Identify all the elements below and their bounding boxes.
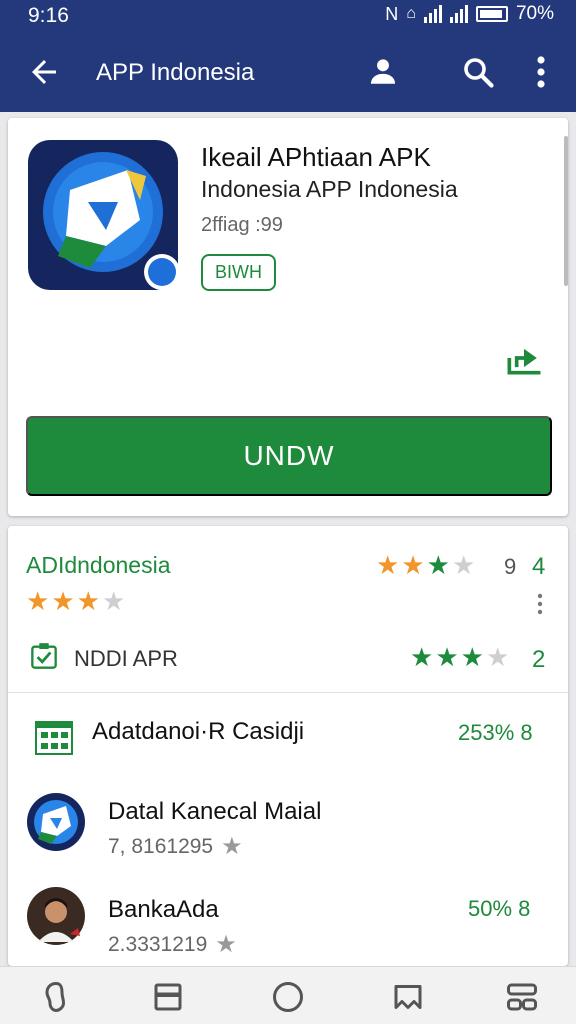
star-icon: ★ bbox=[76, 586, 100, 616]
reviews-card: ADIdndonesia ★ ★ ★ ★ 9 4 ★ ★ ★ ★ NDDI AP… bbox=[8, 526, 568, 966]
app-logo-icon bbox=[27, 793, 85, 851]
install-button[interactable]: UNDW bbox=[26, 416, 552, 496]
app-name: Ikeail APhtiaan APK bbox=[201, 142, 431, 172]
check-label: NDDI APR bbox=[74, 646, 178, 671]
share-icon[interactable] bbox=[502, 336, 546, 380]
divider bbox=[8, 692, 568, 693]
top-bar: 9:16 N ⌂ 70% APP Indonesia bbox=[0, 0, 576, 112]
tablet-icon[interactable] bbox=[150, 979, 186, 1015]
check-rating-stars: ★ ★ ★ ★ bbox=[410, 644, 509, 670]
reviews-title: ADIdndonesia bbox=[26, 552, 171, 578]
list-item-name: BankaAda bbox=[108, 896, 219, 923]
star-icon: ★ bbox=[460, 642, 484, 672]
no-signal-icon: N bbox=[385, 3, 399, 24]
star-icon: ★ bbox=[215, 931, 237, 958]
star-icon: ★ bbox=[410, 642, 434, 672]
list-item-subtitle: 2.3331219 ★ bbox=[108, 930, 237, 959]
list-item-subtitle: 7, 8161295 ★ bbox=[108, 832, 243, 861]
app-detail-card: Ikeail APhtiaan APK Indonesia APP Indone… bbox=[8, 118, 568, 516]
list-item-name: Datal Kanecal Maial bbox=[108, 798, 322, 825]
scrollbar[interactable] bbox=[564, 136, 568, 286]
top-rating-value: 4 bbox=[532, 553, 546, 580]
app-bar-title: APP Indonesia bbox=[96, 59, 255, 86]
star-icon: ★ bbox=[401, 550, 425, 580]
list-item-rating-count: 2.3331219 bbox=[108, 932, 208, 956]
app-developer[interactable]: Indonesia APP Indonesia bbox=[201, 176, 458, 203]
check-rating-value: 2 bbox=[532, 646, 546, 673]
avatar bbox=[27, 887, 85, 945]
star-icon: ★ bbox=[435, 642, 459, 672]
signal-icon bbox=[449, 5, 468, 23]
bottom-navigation bbox=[0, 966, 576, 1024]
star-icon: ★ bbox=[426, 550, 450, 580]
back-arrow-icon[interactable] bbox=[26, 54, 62, 90]
app-bar: APP Indonesia bbox=[0, 42, 576, 102]
status-time: 9:16 bbox=[28, 4, 69, 27]
apps-icon[interactable] bbox=[504, 979, 540, 1015]
person-icon[interactable] bbox=[366, 54, 400, 88]
wifi-icon: ⌂ bbox=[406, 5, 416, 22]
building-icon bbox=[35, 721, 73, 755]
star-icon: ★ bbox=[221, 833, 243, 860]
star-empty-icon: ★ bbox=[451, 550, 476, 580]
app-badge: BIWH bbox=[201, 254, 276, 291]
star-icon: ★ bbox=[26, 586, 50, 616]
home-circle-icon[interactable] bbox=[270, 979, 306, 1015]
user-rating-stars[interactable]: ★ ★ ★ ★ bbox=[26, 588, 125, 614]
more-vert-icon[interactable] bbox=[536, 592, 544, 616]
list-item-percent: 50% 8 bbox=[468, 896, 531, 921]
verified-badge-icon bbox=[144, 254, 180, 290]
app-size: 2ffiag :99 bbox=[201, 214, 283, 236]
battery-icon bbox=[475, 6, 508, 22]
battery-percent: 70% bbox=[515, 3, 554, 24]
search-icon[interactable] bbox=[460, 54, 496, 90]
list-item-name: Adatdanoi·R Casidji bbox=[92, 718, 305, 745]
checkbox-icon[interactable] bbox=[30, 642, 58, 670]
status-bar: 9:16 N ⌂ 70% bbox=[0, 0, 576, 32]
more-vert-icon[interactable] bbox=[530, 54, 552, 90]
status-icons: N ⌂ 70% bbox=[385, 3, 554, 25]
star-empty-icon: ★ bbox=[101, 586, 126, 616]
list-item-rating-count: 7, 8161295 bbox=[108, 834, 214, 858]
top-rating-count: 9 bbox=[504, 554, 517, 579]
list-item-percent: 253% 8 bbox=[458, 720, 533, 745]
star-icon: ★ bbox=[51, 586, 75, 616]
bookmark-icon[interactable] bbox=[390, 979, 426, 1015]
star-icon: ★ bbox=[376, 550, 400, 580]
maps-icon[interactable] bbox=[38, 979, 74, 1015]
star-half-icon: ★ bbox=[485, 642, 510, 672]
top-rating-stars: ★ ★ ★ ★ bbox=[376, 552, 475, 578]
signal-icon bbox=[423, 5, 442, 23]
